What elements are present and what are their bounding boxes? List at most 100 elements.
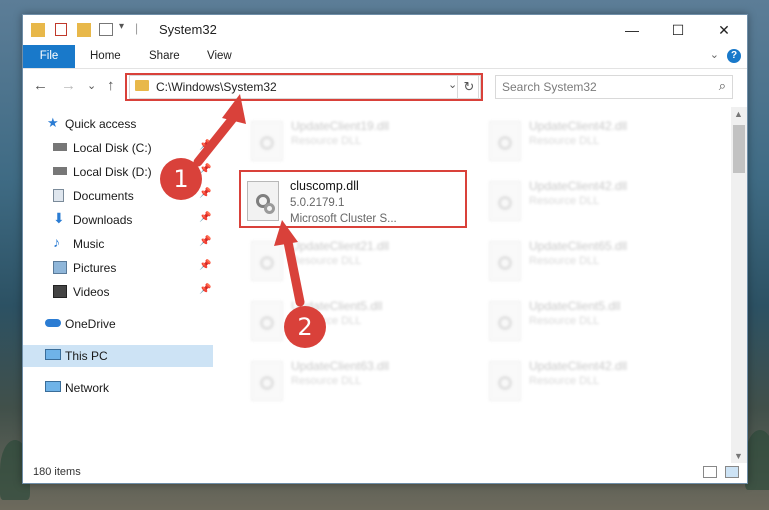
sidebar-item-label: Quick access	[65, 117, 137, 131]
vertical-scrollbar[interactable]: ▲ ▼	[731, 107, 747, 463]
dll-file-icon	[489, 301, 521, 341]
file-name: UpdateClient63.dll	[291, 359, 390, 373]
file-tile[interactable]: UpdateClient65.dll Resource DLL	[481, 233, 711, 287]
tab-share[interactable]: Share	[149, 45, 180, 68]
dll-file-icon	[489, 361, 521, 401]
scrollbar-thumb[interactable]	[733, 125, 745, 173]
details-view-icon[interactable]	[703, 466, 717, 478]
background-tree	[745, 430, 769, 490]
pin-icon[interactable]: 📌	[199, 284, 211, 295]
network-icon	[45, 381, 61, 392]
close-button[interactable]: ✕	[701, 15, 747, 45]
file-name: UpdateClient21.dll	[291, 239, 390, 253]
file-highlight-box	[239, 170, 467, 228]
ribbon-tabs: File Home Share View ⌄ ?	[23, 45, 747, 69]
address-highlight-box	[125, 73, 483, 101]
documents-icon	[53, 189, 64, 202]
sidebar-item-label: Videos	[73, 285, 110, 299]
tiles-view-icon[interactable]	[725, 466, 739, 478]
folder-icon	[31, 23, 45, 37]
sidebar-item-network[interactable]: Network	[23, 377, 213, 399]
maximize-button[interactable]: ☐	[655, 15, 701, 45]
file-description: Resource DLL	[291, 255, 362, 267]
forward-button[interactable]: →	[61, 77, 76, 94]
pin-icon[interactable]: 📌	[199, 236, 211, 247]
sidebar-item-label: Pictures	[73, 261, 117, 275]
scroll-down-icon[interactable]: ▼	[734, 451, 743, 461]
file-description: Resource DLL	[529, 195, 600, 207]
minimize-button[interactable]: —	[609, 15, 655, 45]
file-description: Resource DLL	[529, 315, 600, 327]
file-description: Resource DLL	[291, 375, 362, 387]
file-name: UpdateClient65.dll	[529, 239, 628, 253]
sidebar-item-pictures[interactable]: Pictures 📌	[23, 257, 213, 279]
title-bar: ▾ | System32 — ☐ ✕	[23, 15, 747, 45]
file-name: UpdateClient5.dll	[529, 299, 621, 313]
pin-icon[interactable]: 📌	[199, 188, 211, 199]
file-tile[interactable]: UpdateClient5.dll Resource DLL	[243, 293, 473, 347]
sidebar-item-local-disk-c[interactable]: Local Disk (C:) 📌	[23, 137, 213, 159]
collapse-ribbon-icon[interactable]: ⌄	[710, 48, 719, 61]
download-icon: ⬇	[53, 210, 65, 226]
file-name: UpdateClient19.dll	[291, 119, 390, 133]
dll-file-icon	[251, 241, 283, 281]
file-name: UpdateClient42.dll	[529, 179, 628, 193]
file-tile[interactable]: UpdateClient63.dll Resource DLL	[243, 353, 473, 407]
scroll-up-icon[interactable]: ▲	[734, 109, 743, 119]
tab-home[interactable]: Home	[90, 45, 121, 68]
cloud-icon	[45, 319, 61, 327]
sidebar-item-onedrive[interactable]: OneDrive	[23, 313, 213, 335]
dll-file-icon	[489, 181, 521, 221]
file-tile[interactable]: UpdateClient19.dll Resource DLL	[243, 113, 473, 167]
annotation-marker-2: 2	[284, 306, 326, 348]
sidebar-item-downloads[interactable]: ⬇ Downloads 📌	[23, 209, 213, 231]
customize-toolbar-icon[interactable]: ▾	[119, 21, 124, 39]
music-icon: ♪	[53, 234, 60, 250]
file-tile[interactable]: UpdateClient42.dll Resource DLL	[481, 173, 711, 227]
file-tile[interactable]: UpdateClient5.dll Resource DLL	[481, 293, 711, 347]
dll-file-icon	[489, 121, 521, 161]
pin-icon[interactable]: 📌	[199, 212, 211, 223]
search-icon: ⌕	[718, 78, 726, 93]
dll-file-icon	[489, 241, 521, 281]
sidebar-item-quick-access[interactable]: ★ Quick access	[23, 113, 213, 135]
file-tile[interactable]: UpdateClient42.dll Resource DLL	[481, 113, 711, 167]
annotation-marker-1: 1	[160, 158, 202, 200]
pictures-icon	[53, 261, 67, 274]
file-name: UpdateClient42.dll	[529, 119, 628, 133]
new-folder-icon[interactable]	[77, 23, 91, 37]
recent-locations-button[interactable]: ⌄	[87, 79, 96, 92]
window-title: System32	[159, 22, 217, 37]
drive-icon	[53, 167, 67, 175]
search-input[interactable]: Search System32	[502, 80, 597, 94]
tab-file[interactable]: File	[23, 45, 75, 68]
sidebar-item-videos[interactable]: Videos 📌	[23, 281, 213, 303]
properties-icon[interactable]	[55, 23, 67, 36]
pin-icon[interactable]: 📌	[199, 260, 211, 271]
sidebar-item-this-pc[interactable]: This PC	[23, 345, 213, 367]
dll-file-icon	[251, 301, 283, 341]
status-bar: 180 items	[23, 463, 747, 483]
file-description: Resource DLL	[529, 255, 600, 267]
up-button[interactable]: ↑	[107, 77, 115, 94]
separator: |	[135, 21, 139, 35]
sidebar-item-label: Network	[65, 381, 110, 395]
sidebar-item-label: Music	[73, 237, 105, 251]
help-icon[interactable]: ?	[727, 49, 741, 63]
file-description: Resource DLL	[529, 375, 600, 387]
explorer-window: ▾ | System32 — ☐ ✕ File Home Share View …	[22, 14, 748, 484]
back-button[interactable]: ←	[33, 77, 48, 94]
view-options-icon[interactable]	[99, 23, 113, 36]
file-tile[interactable]: UpdateClient21.dll Resource DLL	[243, 233, 473, 287]
sidebar-item-music[interactable]: ♪ Music 📌	[23, 233, 213, 255]
file-description: Resource DLL	[291, 135, 362, 147]
pin-icon[interactable]: 📌	[199, 140, 211, 151]
sidebar-item-label: Local Disk (C:)	[73, 141, 152, 155]
sidebar-item-label: This PC	[65, 349, 108, 363]
sidebar-item-label: OneDrive	[65, 317, 116, 331]
sidebar-item-label: Documents	[73, 189, 134, 203]
file-tile[interactable]: UpdateClient42.dll Resource DLL	[481, 353, 711, 407]
search-box[interactable]: Search System32 ⌕	[495, 75, 733, 99]
tab-view[interactable]: View	[207, 45, 232, 68]
star-icon: ★	[47, 115, 59, 130]
